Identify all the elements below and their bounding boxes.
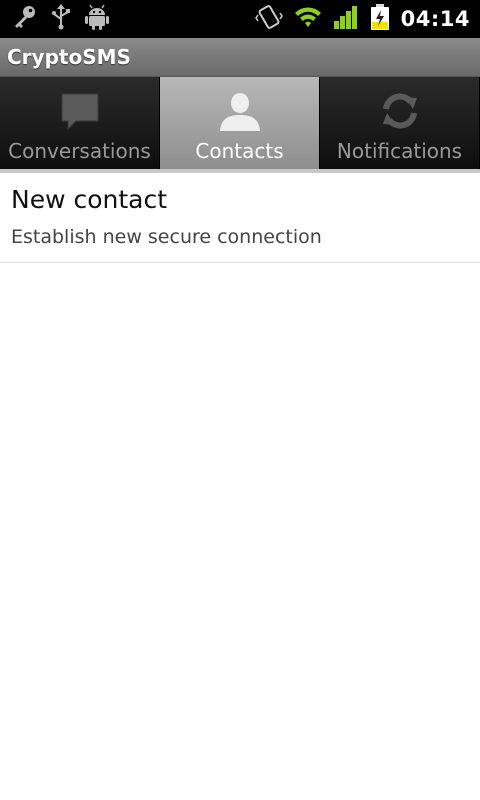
list-item-title: New contact <box>11 185 168 214</box>
tab-bar: Conversations Contacts Notifications <box>0 77 480 169</box>
key-icon <box>10 3 38 35</box>
chat-bubble-icon <box>58 89 102 133</box>
status-time: 04:14 <box>400 7 470 31</box>
status-right-icons: 04:14 <box>254 0 470 38</box>
vibrate-icon <box>254 3 283 35</box>
list-item-subtitle: Establish new secure connection <box>11 226 322 248</box>
tab-label-notifications: Notifications <box>336 139 463 163</box>
usb-icon <box>50 3 72 35</box>
new-contact-item[interactable]: New contact Establish new secure connect… <box>0 173 480 263</box>
contacts-list: New contact Establish new secure connect… <box>0 173 480 263</box>
person-icon <box>218 89 262 133</box>
tab-contacts[interactable]: Contacts <box>160 77 320 169</box>
status-bar: 04:14 <box>0 0 480 38</box>
wifi-icon <box>293 4 323 34</box>
tab-label-conversations: Conversations <box>8 139 151 163</box>
signal-icon <box>333 4 359 34</box>
tab-notifications[interactable]: Notifications <box>320 77 480 169</box>
battery-charging-icon <box>369 3 391 35</box>
tab-conversations[interactable]: Conversations <box>0 77 160 169</box>
app-title-bar: CryptoSMS <box>0 38 480 77</box>
android-debug-icon <box>84 3 110 35</box>
status-left-icons <box>10 0 110 38</box>
app-title: CryptoSMS <box>7 45 131 69</box>
tab-label-contacts: Contacts <box>195 139 284 163</box>
refresh-icon <box>378 89 422 133</box>
